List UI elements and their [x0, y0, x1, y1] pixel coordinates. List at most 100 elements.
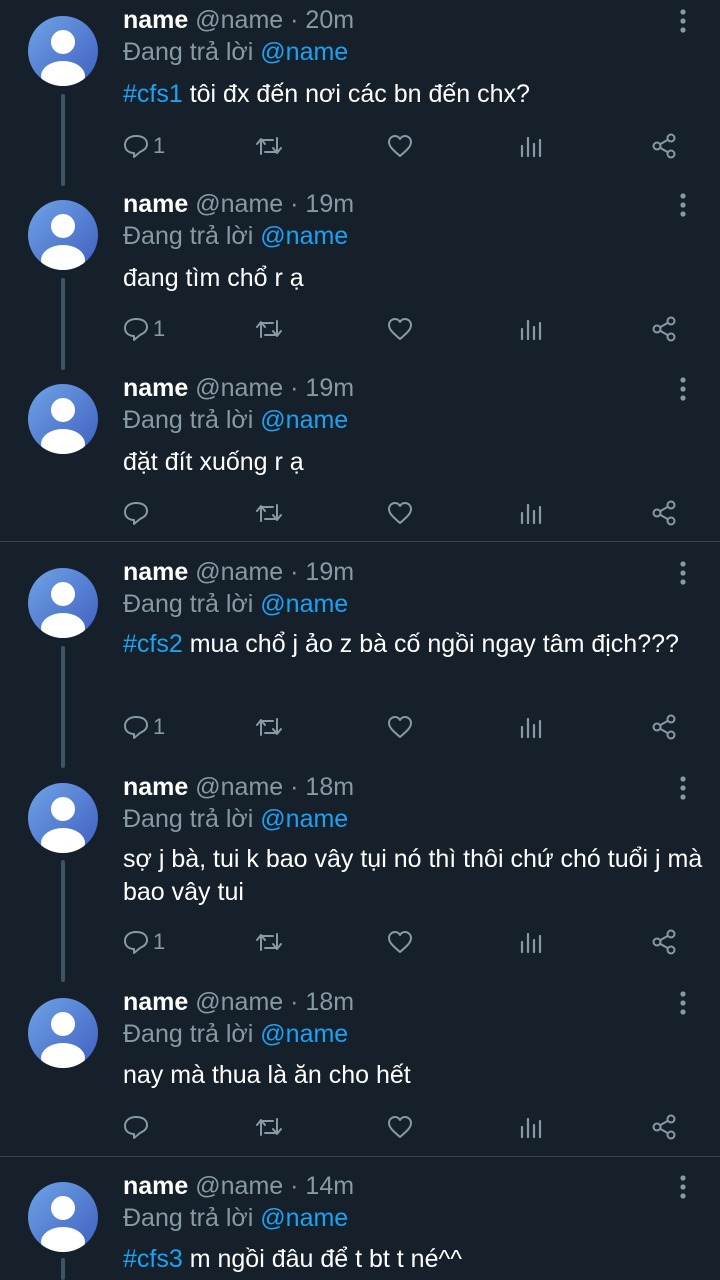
timestamp[interactable]: 18m	[305, 773, 354, 801]
replying-to-label: Đang trả lời	[123, 805, 254, 833]
tweet-header: name @name · 20m	[123, 5, 354, 35]
mention-link[interactable]: @name	[260, 590, 348, 618]
tweet-text: đặt đít xuống r ạ	[123, 446, 713, 479]
user-handle: @name	[195, 773, 284, 801]
avatar[interactable]	[28, 16, 98, 86]
share-button[interactable]	[650, 1110, 678, 1144]
more-options-icon	[680, 193, 686, 217]
analytics-button[interactable]	[519, 129, 545, 163]
analytics-button[interactable]	[519, 710, 545, 744]
retweet-button[interactable]	[255, 925, 283, 959]
default-avatar-icon	[28, 1182, 98, 1252]
more-options-button[interactable]	[672, 558, 694, 588]
analytics-button[interactable]	[519, 312, 545, 346]
display-name[interactable]: name	[123, 773, 188, 801]
avatar[interactable]	[28, 384, 98, 454]
mention-link[interactable]: @name	[260, 406, 348, 434]
share-icon	[652, 1114, 676, 1140]
share-button[interactable]	[650, 710, 678, 744]
display-name[interactable]: name	[123, 558, 188, 586]
replying-to: Đang trả lời @name	[123, 405, 348, 435]
reply-icon	[124, 318, 148, 341]
share-icon	[652, 316, 676, 342]
like-button[interactable]	[387, 129, 413, 163]
display-name[interactable]: name	[123, 190, 188, 218]
like-button[interactable]	[387, 925, 413, 959]
timestamp[interactable]: 19m	[305, 190, 354, 218]
avatar[interactable]	[28, 998, 98, 1068]
replying-to-label: Đang trả lời	[123, 38, 254, 66]
display-name[interactable]: name	[123, 374, 188, 402]
timestamp[interactable]: 14m	[305, 1172, 354, 1200]
analytics-button[interactable]	[519, 925, 545, 959]
reply-button[interactable]	[123, 496, 153, 530]
retweet-button[interactable]	[255, 1110, 283, 1144]
share-button[interactable]	[650, 925, 678, 959]
timestamp[interactable]: 19m	[305, 374, 354, 402]
hashtag-link[interactable]: #cfs2	[123, 630, 183, 658]
avatar[interactable]	[28, 783, 98, 853]
separator-dot: ·	[290, 374, 299, 402]
like-button[interactable]	[387, 1110, 413, 1144]
share-button[interactable]	[650, 312, 678, 346]
retweet-button[interactable]	[255, 710, 283, 744]
action-bar: 1	[0, 925, 720, 959]
hashtag-link[interactable]: #cfs1	[123, 80, 183, 108]
tweet-text: #cfs1 tôi đx đến nơi các bn đến chx?	[123, 78, 713, 111]
reply-button[interactable]	[123, 1110, 153, 1144]
reply-button[interactable]: 1	[123, 710, 165, 744]
user-handle: @name	[195, 190, 284, 218]
mention-link[interactable]: @name	[260, 1204, 348, 1232]
retweet-button[interactable]	[255, 496, 283, 530]
reply-icon	[124, 1116, 148, 1139]
retweet-button[interactable]	[255, 129, 283, 163]
like-button[interactable]	[387, 710, 413, 744]
more-options-button[interactable]	[672, 773, 694, 803]
avatar[interactable]	[28, 1182, 98, 1252]
replying-to-label: Đang trả lời	[123, 222, 254, 250]
tweet-text: nay mà thua là ăn cho hết	[123, 1059, 713, 1092]
share-button[interactable]	[650, 129, 678, 163]
timestamp[interactable]: 20m	[305, 6, 354, 34]
analytics-button[interactable]	[519, 1110, 545, 1144]
reply-icon	[124, 716, 148, 739]
tweet-header: name @name · 19m	[123, 189, 354, 219]
separator-dot: ·	[290, 988, 299, 1016]
mention-link[interactable]: @name	[260, 222, 348, 250]
more-options-icon	[680, 776, 686, 800]
share-button[interactable]	[650, 496, 678, 530]
tweet-body: nay mà thua là ăn cho hết	[123, 1061, 411, 1089]
analytics-button[interactable]	[519, 496, 545, 530]
reply-button[interactable]: 1	[123, 129, 165, 163]
like-button[interactable]	[387, 312, 413, 346]
mention-link[interactable]: @name	[260, 38, 348, 66]
more-options-button[interactable]	[672, 374, 694, 404]
avatar[interactable]	[28, 200, 98, 270]
hashtag-link[interactable]: #cfs3	[123, 1245, 183, 1273]
retweet-button[interactable]	[255, 312, 283, 346]
like-button[interactable]	[387, 496, 413, 530]
more-options-button[interactable]	[672, 6, 694, 36]
replying-to-label: Đang trả lời	[123, 406, 254, 434]
retweet-icon	[256, 1118, 282, 1136]
mention-link[interactable]: @name	[260, 805, 348, 833]
mention-link[interactable]: @name	[260, 1020, 348, 1048]
display-name[interactable]: name	[123, 6, 188, 34]
tweet-header: name @name · 18m	[123, 772, 354, 802]
tweet-body: tôi đx đến nơi các bn đến chx?	[182, 80, 530, 108]
replying-to: Đang trả lời @name	[123, 37, 348, 67]
timestamp[interactable]: 18m	[305, 988, 354, 1016]
display-name[interactable]: name	[123, 988, 188, 1016]
more-options-button[interactable]	[672, 1172, 694, 1202]
timestamp[interactable]: 19m	[305, 558, 354, 586]
like-icon	[388, 135, 412, 157]
avatar[interactable]	[28, 568, 98, 638]
display-name[interactable]: name	[123, 1172, 188, 1200]
replying-to: Đang trả lời @name	[123, 221, 348, 251]
more-options-button[interactable]	[672, 988, 694, 1018]
reply-button[interactable]: 1	[123, 925, 165, 959]
more-options-button[interactable]	[672, 190, 694, 220]
reply-button[interactable]: 1	[123, 312, 165, 346]
replying-to: Đang trả lời @name	[123, 1203, 348, 1233]
replying-to-label: Đang trả lời	[123, 1204, 254, 1232]
